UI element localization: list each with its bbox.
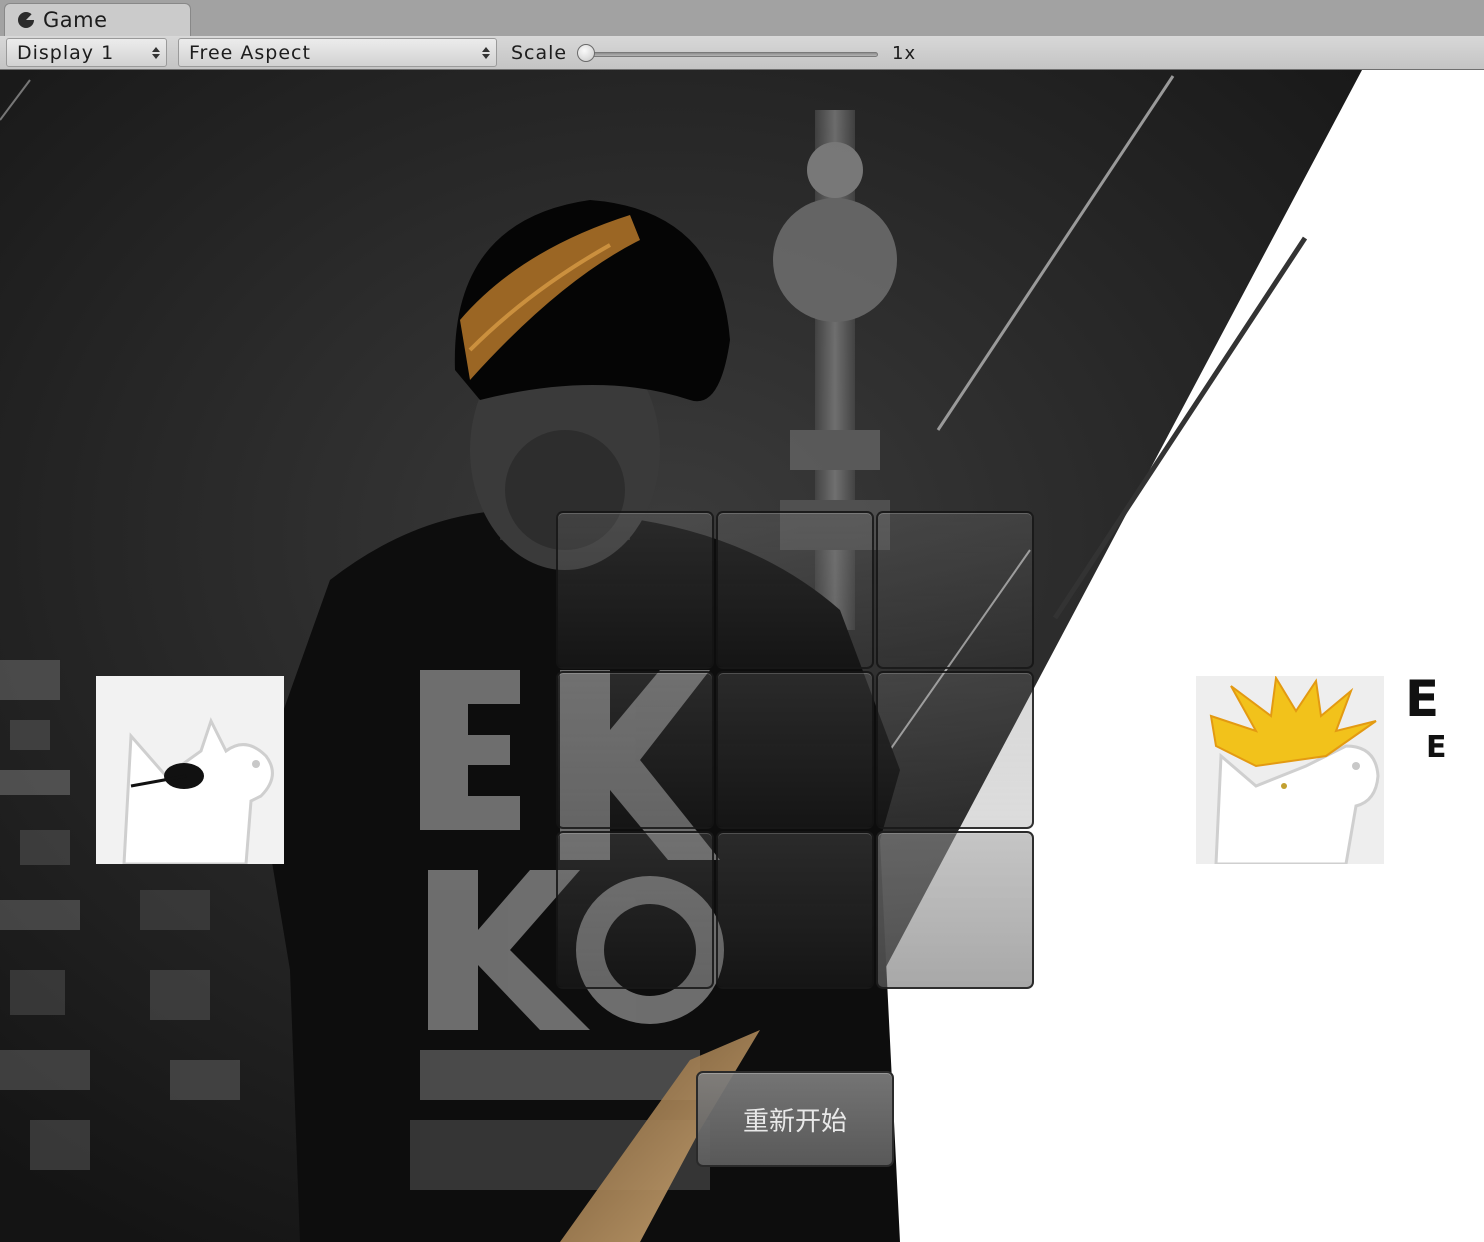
editor-tab-strip: Game bbox=[0, 0, 1484, 37]
puzzle-tile[interactable] bbox=[716, 831, 874, 989]
cat-spiky-hair-icon bbox=[1196, 676, 1384, 864]
puzzle-tile[interactable] bbox=[556, 511, 714, 669]
restart-button[interactable]: 重新开始 bbox=[696, 1071, 894, 1167]
dropdown-arrows-icon bbox=[482, 44, 490, 61]
game-tab-label: Game bbox=[43, 8, 108, 32]
scale-label: Scale bbox=[511, 42, 568, 64]
brand-subtitle: E D bbox=[1426, 730, 1484, 765]
left-portrait bbox=[96, 676, 284, 864]
puzzle-tile[interactable] bbox=[876, 671, 1034, 829]
scale-slider-track[interactable] bbox=[585, 52, 878, 57]
puzzle-tile[interactable] bbox=[716, 671, 874, 829]
aspect-dropdown[interactable]: Free Aspect bbox=[178, 38, 497, 67]
puzzle-tile[interactable] bbox=[556, 671, 714, 829]
restart-button-label: 重新开始 bbox=[742, 1106, 847, 1137]
game-view: E A E D 重新开始 bbox=[0, 70, 1484, 1242]
puzzle-grid bbox=[556, 511, 1034, 989]
display-dropdown-label: Display 1 bbox=[17, 41, 115, 64]
puzzle-tile[interactable] bbox=[876, 511, 1034, 669]
puzzle-tile[interactable] bbox=[556, 831, 714, 989]
scale-slider-handle[interactable] bbox=[577, 44, 595, 62]
display-dropdown[interactable]: Display 1 bbox=[6, 38, 167, 67]
puzzle-tile-empty[interactable] bbox=[876, 831, 1034, 989]
cat-sunglasses-icon bbox=[96, 676, 284, 864]
scale-value: 1x bbox=[892, 43, 917, 64]
right-portrait bbox=[1196, 676, 1384, 864]
brand-title: E A bbox=[1405, 670, 1484, 728]
game-view-toolbar: Display 1 Free Aspect Scale 1x bbox=[0, 36, 1484, 70]
puzzle-tile[interactable] bbox=[716, 511, 874, 669]
pacman-icon bbox=[18, 12, 34, 28]
game-tab[interactable]: Game bbox=[4, 3, 191, 36]
aspect-dropdown-label: Free Aspect bbox=[189, 41, 311, 64]
dropdown-arrows-icon bbox=[152, 44, 160, 61]
